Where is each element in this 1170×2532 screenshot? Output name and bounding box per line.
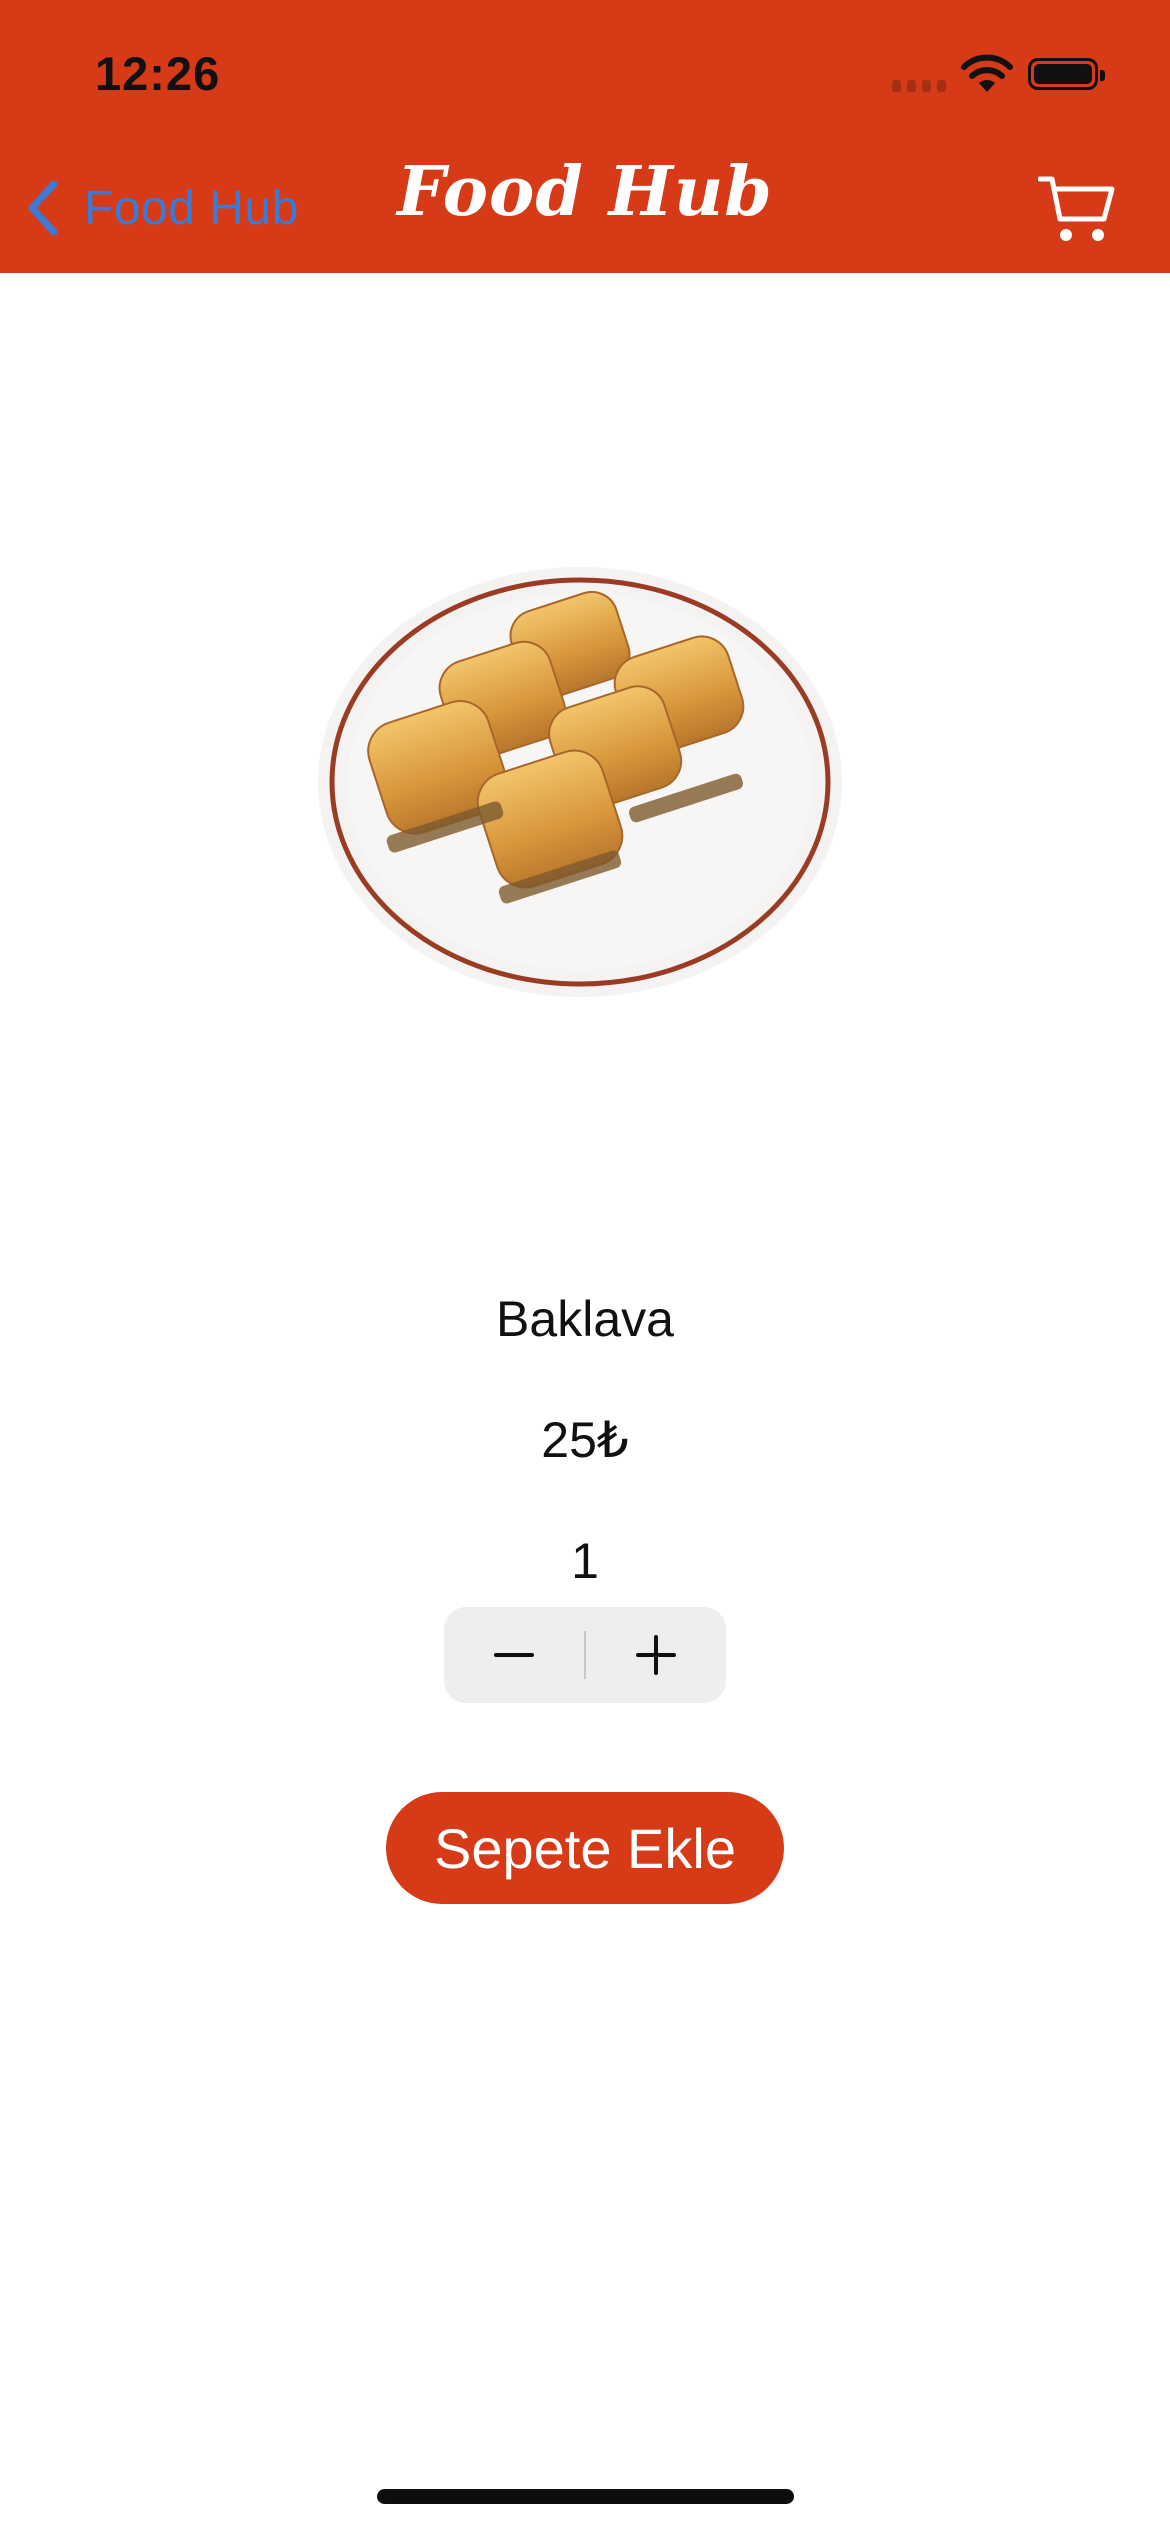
navigation-header: 12:26 Food Hub Food Hub xyxy=(0,0,1170,273)
quantity-stepper xyxy=(444,1607,726,1703)
cart-icon[interactable] xyxy=(1038,173,1116,245)
minus-icon xyxy=(494,1653,534,1657)
page-title: Food Hub xyxy=(397,152,773,232)
home-indicator[interactable] xyxy=(377,2489,794,2504)
product-name: Baklava xyxy=(496,1291,674,1347)
increment-button[interactable] xyxy=(586,1607,726,1703)
product-price: 25₺ xyxy=(541,1412,629,1468)
battery-icon xyxy=(1028,58,1105,90)
plus-icon xyxy=(636,1635,676,1675)
baklava-plate-image xyxy=(318,567,842,997)
status-time: 12:26 xyxy=(95,47,221,100)
wifi-icon xyxy=(961,54,1013,92)
decrement-button[interactable] xyxy=(444,1607,584,1703)
signal-icon xyxy=(892,80,948,92)
quantity-value: 1 xyxy=(571,1533,599,1589)
add-to-cart-button[interactable]: Sepete Ekle xyxy=(386,1792,784,1904)
